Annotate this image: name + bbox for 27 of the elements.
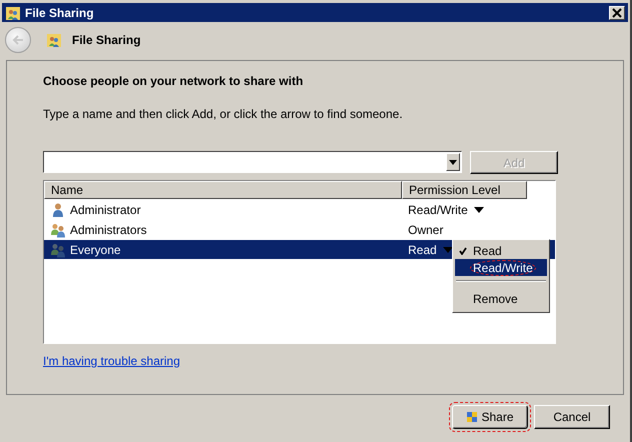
column-header[interactable]: Name — [44, 181, 402, 199]
user-name: Administrators — [69, 222, 148, 238]
column-header[interactable]: Permission Level — [402, 181, 527, 199]
caret-icon[interactable] — [474, 206, 484, 212]
page-title: File Sharing — [72, 33, 141, 47]
shield-icon — [466, 411, 478, 423]
people-folder-icon — [46, 32, 62, 48]
list-row[interactable]: Administrator Read/Write — [44, 200, 555, 219]
dialog-button[interactable]: Share — [452, 405, 528, 429]
permission-level: Read — [408, 242, 437, 256]
menu-item[interactable]: Read — [455, 242, 547, 259]
user-name: Administrator — [69, 202, 142, 218]
people-folder-icon — [5, 4, 21, 20]
window-title: File Sharing — [25, 6, 95, 20]
list-row[interactable]: Administrators Owner — [44, 220, 555, 239]
section-heading: Choose people on your network to share with — [43, 74, 304, 90]
dialog-button[interactable]: Cancel — [534, 405, 610, 429]
caret-icon[interactable] — [442, 246, 453, 252]
permission-level: Owner — [408, 222, 444, 236]
help-link[interactable]: I'm having trouble sharing — [43, 354, 180, 368]
instruction-text: Type a name and then click Add, or click the arrow to find someone. — [43, 107, 404, 123]
close-icon — [612, 8, 622, 18]
menu-item[interactable]: Read/Write — [455, 259, 547, 276]
name-combo-box[interactable] — [43, 151, 462, 173]
menu-item[interactable]: Remove — [455, 288, 547, 310]
permission-level: Read/Write — [408, 202, 468, 216]
close-button[interactable] — [609, 6, 625, 20]
